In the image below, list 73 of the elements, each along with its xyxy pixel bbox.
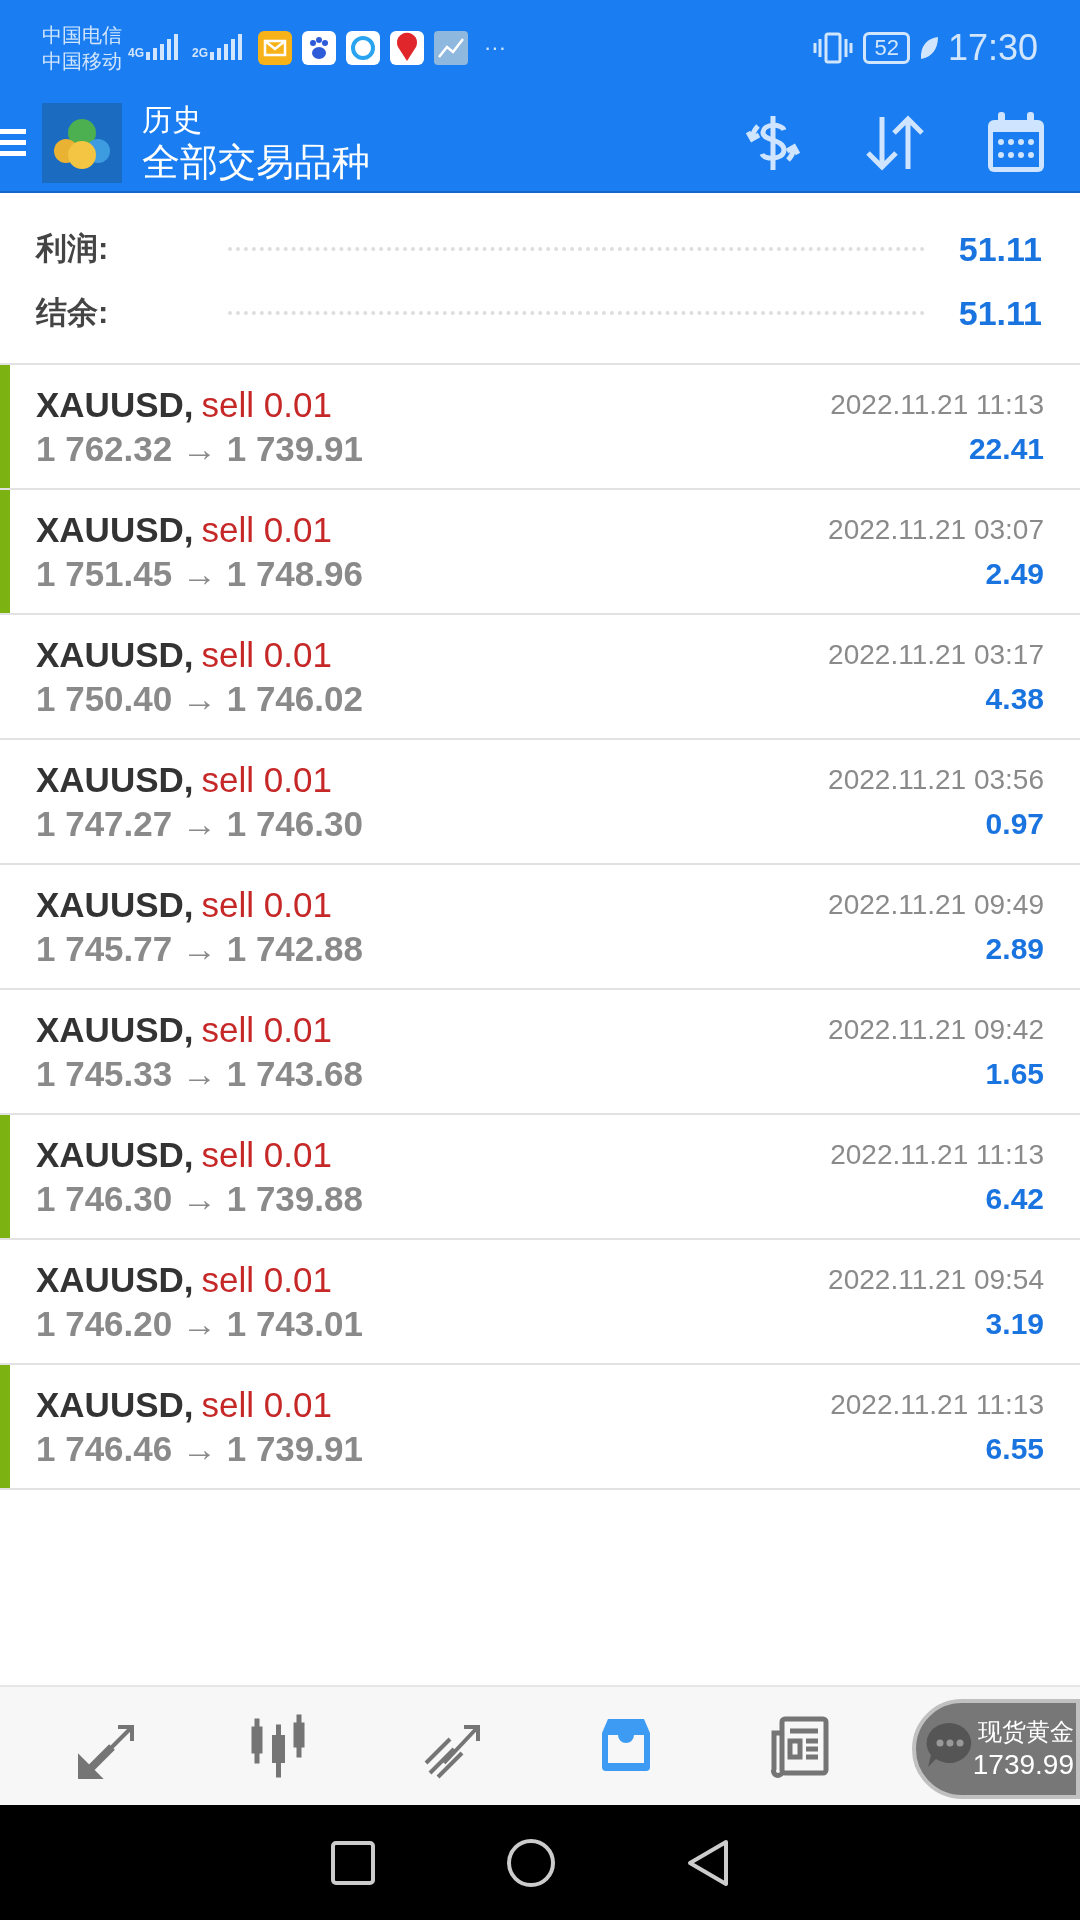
home-button[interactable]	[506, 1837, 556, 1888]
deal-time: 2022.11.21 11:13	[830, 387, 1044, 422]
deal-time: 2022.11.21 09:54	[828, 1262, 1044, 1297]
deal-time: 2022.11.21 09:49	[828, 887, 1044, 922]
order-type: sell 0.01	[201, 1258, 332, 1301]
deal-time: 2022.11.21 03:17	[828, 637, 1044, 672]
map-pin-app-icon	[390, 30, 425, 65]
network-type: 2G	[192, 44, 209, 62]
carrier-name: 中国电信	[42, 22, 122, 48]
signal-icon	[210, 33, 245, 62]
deal-time: 2022.11.21 11:13	[830, 1387, 1044, 1422]
summary-label: 结余:	[36, 293, 110, 332]
summary-value: 51.11	[958, 292, 1042, 334]
symbol-name: XAUUSD,	[36, 1133, 194, 1176]
deal-profit: 2.49	[985, 555, 1044, 592]
calendar-icon[interactable]	[986, 112, 1046, 174]
deal-profit: 22.41	[968, 430, 1044, 467]
screen-title: 历史	[142, 102, 203, 138]
deal-profit: 6.42	[985, 1180, 1044, 1217]
battery-indicator: 52	[863, 31, 910, 64]
price-range: 1 745.77 → 1 742.88	[36, 927, 364, 970]
summary-value: 51.11	[958, 228, 1042, 270]
vibrate-icon	[813, 30, 854, 65]
order-type: sell 0.01	[201, 1133, 332, 1176]
carrier-name: 中国移动	[42, 48, 122, 74]
price-range: 1 745.33 → 1 743.68	[36, 1052, 364, 1095]
symbol-name: XAUUSD,	[36, 1008, 194, 1051]
more-notifications: ···	[484, 34, 506, 62]
symbol-name: XAUUSD,	[36, 633, 194, 676]
chart-app-icon	[434, 30, 469, 65]
mail-app-icon	[258, 30, 293, 65]
back-button[interactable]	[686, 1837, 730, 1888]
price-range: 1 751.45 → 1 748.96	[36, 552, 364, 595]
ticker-name: 现货黄金	[978, 1717, 1074, 1747]
deal-profit: 1.65	[985, 1055, 1044, 1092]
order-type: sell 0.01	[201, 758, 332, 801]
signal-icon	[146, 33, 180, 62]
order-type: sell 0.01	[201, 633, 332, 676]
deal-profit: 2.89	[985, 930, 1044, 967]
order-type: sell 0.01	[201, 508, 332, 551]
deal-profit: 3.19	[985, 1305, 1044, 1342]
deal-profit: 0.97	[985, 805, 1044, 842]
deal-time: 2022.11.21 03:07	[828, 512, 1044, 547]
paw-app-icon	[302, 30, 337, 65]
price-range: 1 746.30 → 1 739.88	[36, 1177, 364, 1220]
symbol-filter[interactable]: 全部交易品种	[142, 139, 370, 185]
deal-time: 2022.11.21 09:42	[828, 1012, 1044, 1047]
price-range: 1 746.46 → 1 739.91	[36, 1427, 364, 1470]
symbol-name: XAUUSD,	[36, 383, 194, 426]
summary-label: 利润:	[36, 229, 110, 268]
deal-profit: 6.55	[985, 1430, 1044, 1467]
order-type: sell 0.01	[201, 1383, 332, 1426]
price-range: 1 747.27 → 1 746.30	[36, 802, 364, 845]
network-type: 4G	[128, 44, 144, 62]
symbol-name: XAUUSD,	[36, 883, 194, 926]
ticker-price: 1739.99	[972, 1748, 1074, 1782]
order-type: sell 0.01	[201, 883, 332, 926]
order-type: sell 0.01	[201, 1008, 332, 1051]
clock-time: 17:30	[947, 25, 1038, 70]
deal-profit: 4.38	[985, 680, 1044, 717]
price-range: 1 746.20 → 1 743.01	[36, 1302, 364, 1345]
recent-apps-button[interactable]	[330, 1839, 376, 1886]
symbol-name: XAUUSD,	[36, 508, 194, 551]
symbol-name: XAUUSD,	[36, 758, 194, 801]
price-ticker-widget[interactable]: 现货黄金 1739.99	[912, 1699, 1080, 1799]
price-range: 1 750.40 → 1 746.02	[36, 677, 364, 720]
symbol-name: XAUUSD,	[36, 1383, 194, 1426]
browser-app-icon	[346, 30, 381, 65]
symbol-name: XAUUSD,	[36, 1258, 194, 1301]
order-type: sell 0.01	[201, 383, 332, 426]
deal-time: 2022.11.21 11:13	[830, 1137, 1044, 1172]
deal-time: 2022.11.21 03:56	[828, 762, 1044, 797]
price-range: 1 762.32 → 1 739.91	[36, 427, 364, 470]
